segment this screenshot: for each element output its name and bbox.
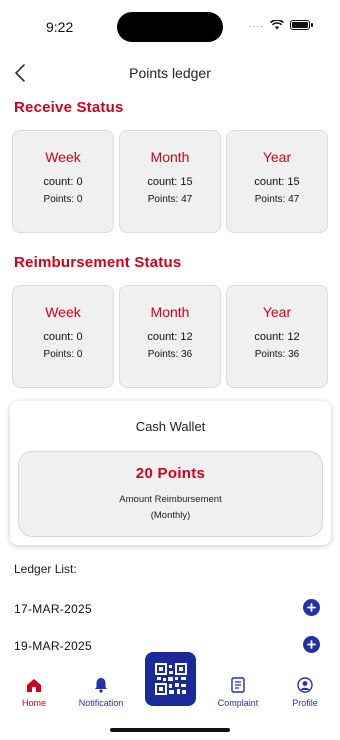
wallet-description: Amount Reimbursement (Monthly) <box>19 492 322 524</box>
ledger-date: 17-MAR-2025 <box>14 602 93 616</box>
plus-icon <box>307 603 316 612</box>
card-points: Points: 36 <box>254 349 300 360</box>
receive-month-card: Month count: 15 Points: 47 <box>119 130 221 233</box>
card-count: count: 15 <box>147 176 193 188</box>
profile-icon <box>297 677 313 693</box>
receive-year-card: Year count: 15 Points: 47 <box>226 130 328 233</box>
card-points: Points: 0 <box>43 349 83 360</box>
ledger-list-title: Ledger List: <box>14 562 77 576</box>
reimbursement-month-card: Month count: 12 Points: 36 <box>119 285 221 388</box>
complaint-icon <box>231 677 245 693</box>
status-icons: .... <box>248 19 313 30</box>
card-points: Points: 47 <box>254 194 300 205</box>
tab-complaint[interactable]: Complaint <box>206 676 270 708</box>
card-label: Year <box>262 304 292 320</box>
card-count: count: 15 <box>254 176 300 188</box>
card-points: Points: 0 <box>43 194 83 205</box>
wallet-points: 20 Points <box>135 465 206 482</box>
bell-icon <box>95 678 107 693</box>
status-time: 9:22 <box>46 19 74 35</box>
card-label: Week <box>45 304 81 320</box>
scan-qr-button[interactable] <box>145 652 196 706</box>
dynamic-island <box>117 12 223 42</box>
wallet-desc-line2: (Monthly) <box>150 510 191 521</box>
card-count: count: 12 <box>254 331 300 343</box>
expand-button[interactable] <box>303 636 320 653</box>
card-points: Points: 36 <box>147 349 193 360</box>
card-label: Year <box>262 149 292 165</box>
reimbursement-week-card: Week count: 0 Points: 0 <box>12 285 114 388</box>
signal-icon: .... <box>248 19 264 30</box>
tab-label: Profile <box>292 698 318 708</box>
receive-status-cards: Week count: 0 Points: 0 Month count: 15 … <box>12 130 328 233</box>
wallet-desc-line1: Amount Reimbursement <box>119 494 222 505</box>
card-count: count: 12 <box>147 331 193 343</box>
tab-label: Complaint <box>217 698 259 708</box>
plus-icon <box>307 640 316 649</box>
reimbursement-status-cards: Week count: 0 Points: 0 Month count: 12 … <box>12 285 328 388</box>
expand-button[interactable] <box>303 599 320 616</box>
receive-week-card: Week count: 0 Points: 0 <box>12 130 114 233</box>
cash-wallet-card: Cash Wallet 20 Points Amount Reimburseme… <box>10 401 331 545</box>
card-label: Month <box>150 304 190 320</box>
ledger-date: 19-MAR-2025 <box>14 639 93 653</box>
qr-code-icon <box>154 663 187 695</box>
home-indicator <box>110 728 230 732</box>
card-count: count: 0 <box>43 176 83 188</box>
tab-profile[interactable]: Profile <box>273 676 337 708</box>
reimbursement-status-title: Reimbursement Status <box>14 254 182 271</box>
status-bar: 9:22 .... <box>0 0 340 50</box>
reimbursement-year-card: Year count: 12 Points: 36 <box>226 285 328 388</box>
tab-home[interactable]: Home <box>2 676 66 708</box>
battery-icon <box>290 20 313 30</box>
tab-label: Notification <box>78 698 124 708</box>
card-label: Week <box>45 149 81 165</box>
tab-label: Home <box>21 698 46 708</box>
tab-notification[interactable]: Notification <box>69 676 133 708</box>
cash-wallet-title: Cash Wallet <box>135 419 206 434</box>
card-count: count: 0 <box>43 331 83 343</box>
receive-status-title: Receive Status <box>14 99 124 116</box>
nav-bar: Points ledger <box>0 56 340 90</box>
cash-wallet-summary: 20 Points Amount Reimbursement (Monthly) <box>18 451 323 537</box>
card-points: Points: 47 <box>147 194 193 205</box>
home-icon <box>27 679 41 692</box>
page-title: Points ledger <box>129 65 211 81</box>
ledger-row: 17-MAR-2025 <box>0 597 340 621</box>
wifi-icon <box>270 20 284 30</box>
card-label: Month <box>150 149 190 165</box>
